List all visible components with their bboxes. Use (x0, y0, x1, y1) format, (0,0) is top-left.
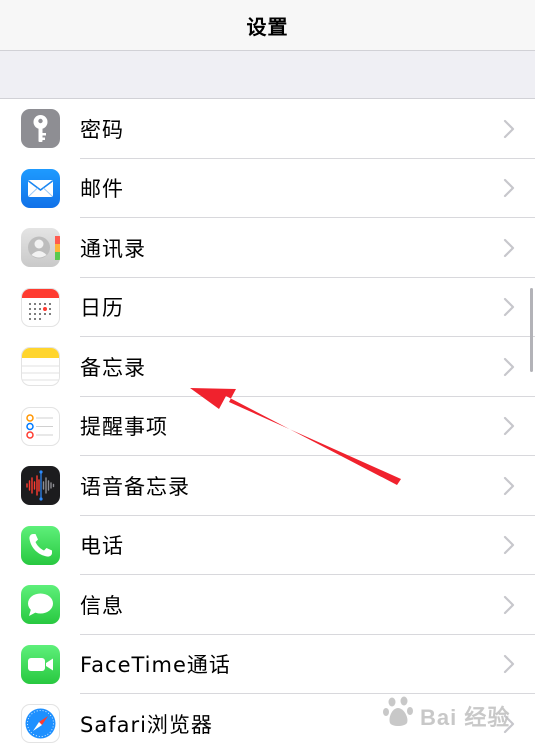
voice-memos-icon (21, 466, 60, 506)
settings-row-facetime[interactable]: FaceTime通话 (0, 635, 535, 695)
chevron-right-icon (503, 595, 515, 614)
settings-row-label: 信息 (80, 593, 124, 618)
settings-row-reminders[interactable]: 提醒事项 (0, 397, 535, 457)
chevron-right-icon (503, 298, 515, 317)
settings-list: 密码 邮件 通讯录 日历 备忘录 提醒事项 语音备忘录 电话 信息 FaceTi… (0, 99, 535, 754)
messages-icon (21, 585, 60, 625)
navigation-bar: 设置 (0, 0, 535, 51)
key-icon (21, 109, 60, 149)
chevron-right-icon (503, 238, 515, 257)
settings-row-label: 密码 (80, 117, 124, 142)
settings-row-label: 语音备忘录 (80, 474, 190, 499)
chevron-right-icon (503, 119, 515, 138)
settings-row-label: 提醒事项 (80, 415, 168, 440)
scroll-indicator[interactable] (530, 288, 533, 372)
settings-row-label: FaceTime通话 (80, 653, 231, 678)
safari-icon (21, 704, 60, 744)
contacts-icon (21, 228, 60, 268)
chevron-right-icon (503, 417, 515, 436)
chevron-right-icon (503, 536, 515, 555)
chevron-right-icon (503, 179, 515, 198)
chevron-right-icon (503, 655, 515, 674)
mail-icon (21, 168, 60, 208)
calendar-icon (21, 287, 60, 327)
settings-row-messages[interactable]: 信息 (0, 575, 535, 635)
settings-row-label: 电话 (80, 534, 124, 559)
facetime-icon (21, 644, 60, 684)
reminders-icon (21, 406, 60, 446)
settings-row-mail[interactable]: 邮件 (0, 159, 535, 219)
phone-icon (21, 525, 60, 565)
settings-row-notes[interactable]: 备忘录 (0, 337, 535, 397)
group-spacer (0, 51, 535, 99)
settings-row-label: 备忘录 (80, 355, 146, 380)
settings-row-label: 邮件 (80, 177, 124, 202)
chevron-right-icon (503, 714, 515, 733)
settings-row-passwords[interactable]: 密码 (0, 99, 535, 159)
settings-row-phone[interactable]: 电话 (0, 516, 535, 576)
settings-row-label: Safari浏览器 (80, 712, 213, 737)
settings-row-contacts[interactable]: 通讯录 (0, 218, 535, 278)
chevron-right-icon (503, 357, 515, 376)
page-title: 设置 (246, 14, 289, 39)
notes-icon (21, 347, 60, 387)
settings-row-safari[interactable]: Safari浏览器 (0, 694, 535, 754)
settings-row-label: 日历 (80, 296, 124, 321)
chevron-right-icon (503, 476, 515, 495)
settings-row-voice-memos[interactable]: 语音备忘录 (0, 456, 535, 516)
settings-row-label: 通讯录 (80, 236, 146, 261)
settings-row-calendar[interactable]: 日历 (0, 278, 535, 338)
